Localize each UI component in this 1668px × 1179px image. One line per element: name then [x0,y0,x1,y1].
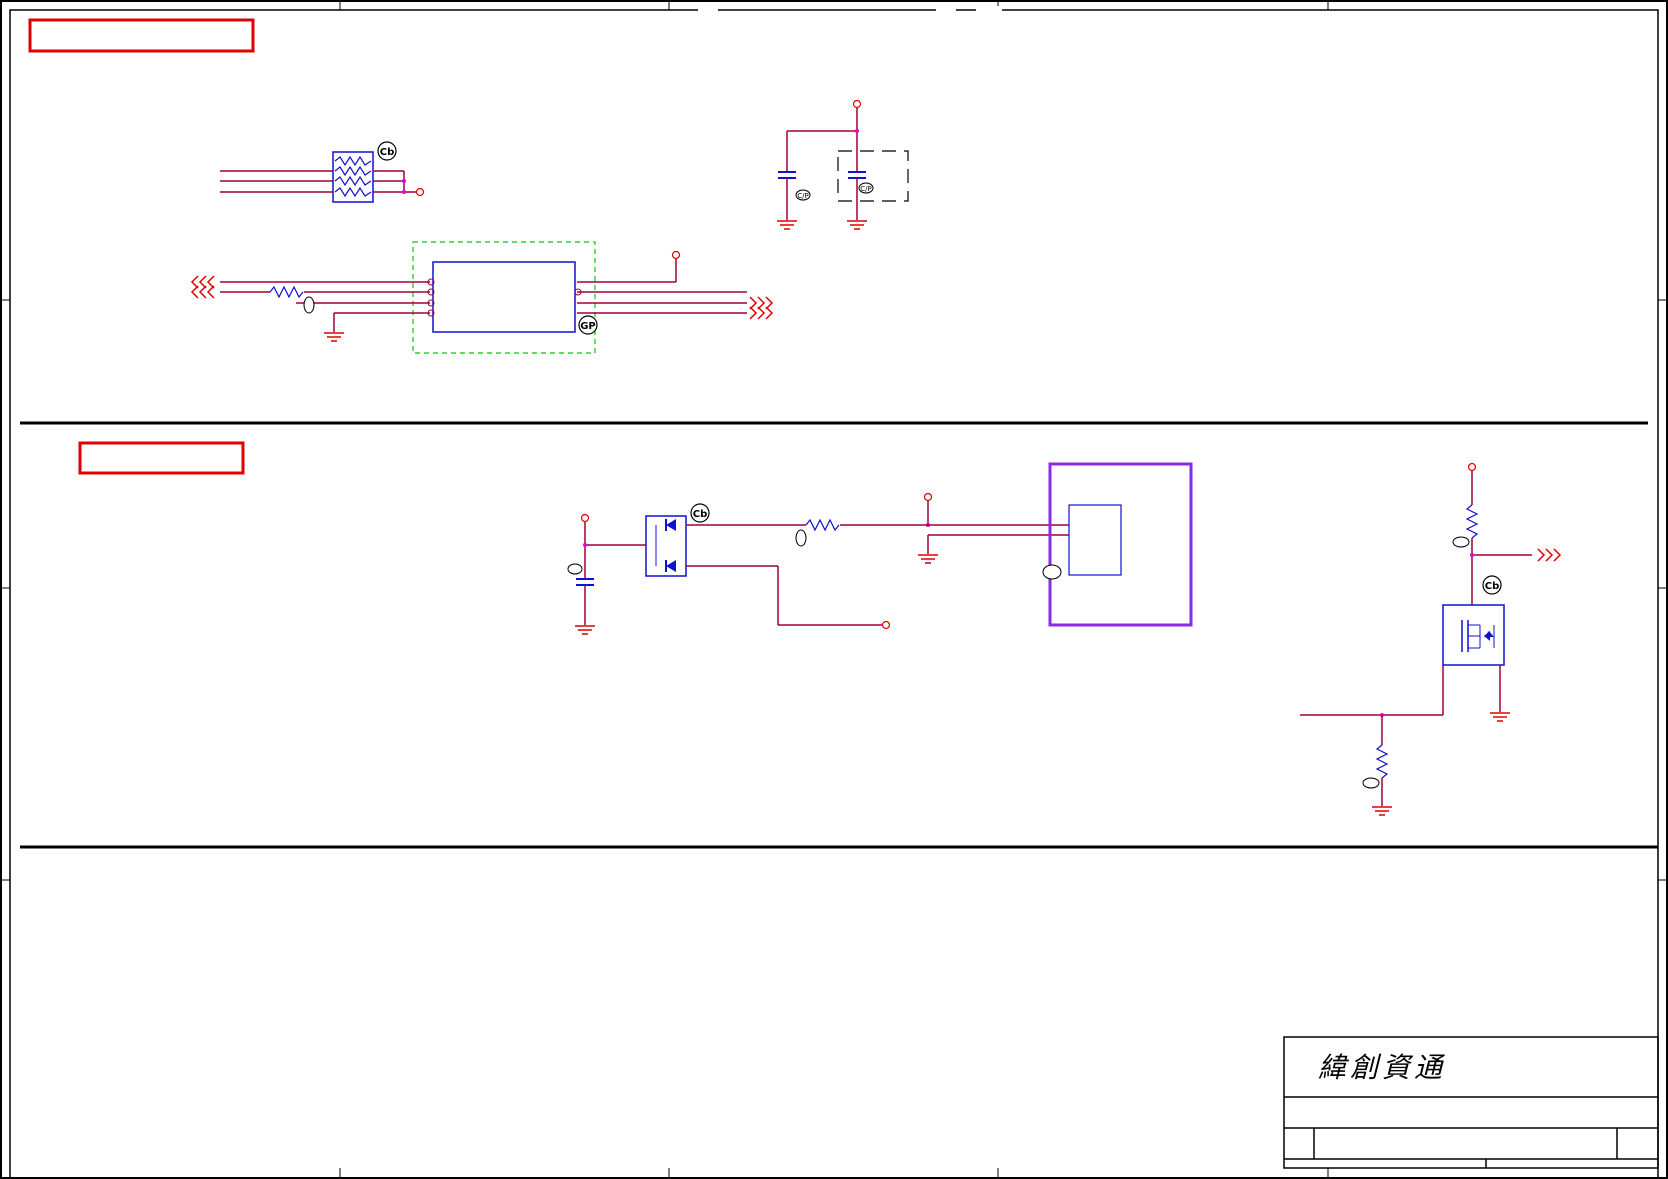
esd-diode-circuit: Cb [567,503,920,635]
mosfet-circuit: Cb [1300,462,1562,816]
decoupling-caps: C/P C/P [777,99,909,230]
connector-module [918,462,1193,627]
outer-frame [0,0,1668,1179]
company-name: 緯創資通 [1318,1051,1447,1084]
cap-tag-2: C/P [860,185,871,193]
frame-zone-ticks [1,1,1667,1178]
section-label-box-2 [78,441,245,475]
ic-tag-text: GP [580,321,596,332]
diode-tag-text: Cb [693,509,708,520]
cap-tag-1: C/P [797,192,808,200]
component-tag-rn-text: Cb [380,147,395,158]
ic-block-section1: GP [190,241,774,354]
resistor-network: Cb [220,141,425,203]
section-label-box-1 [28,18,255,53]
mosfet-tag-text: Cb [1485,581,1500,592]
schematic-sheet: Cb C/P C/P GP Cb Cb [0,0,1668,1179]
inner-frame [9,9,1659,1179]
